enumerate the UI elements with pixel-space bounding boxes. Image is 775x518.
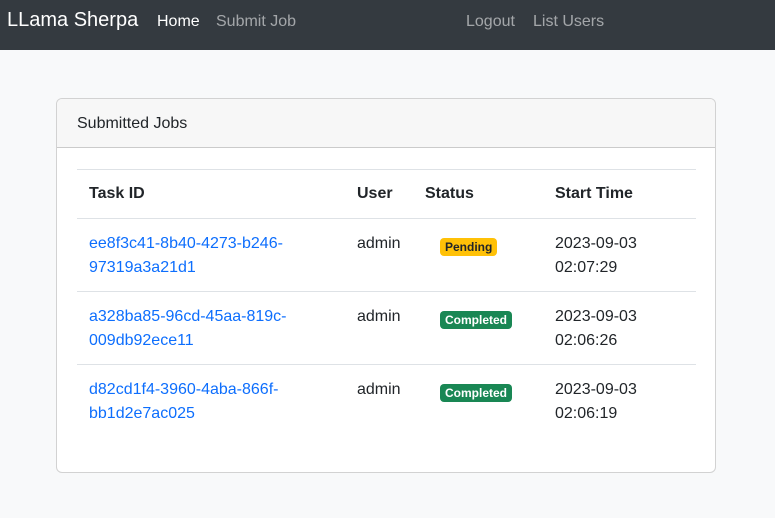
table-row: d82cd1f4-3960-4aba-866f-bb1d2e7ac025 adm… [77,365,696,438]
nav-submit-job-link[interactable]: Submit Job [216,12,296,32]
task-id-part: ee8f3c41-8b40-4273-b246- [89,235,283,252]
status-cell: Pending [413,218,543,292]
status-cell: Completed [413,365,543,438]
nav-home-link[interactable]: Home [157,12,200,32]
column-header-status: Status [413,169,543,219]
table-row: a328ba85-96cd-45aa-819c- 009db92ece11 adm… [77,291,696,365]
user-cell: admin [345,218,413,292]
task-id-part: bb1d2e7ac025 [89,405,195,422]
jobs-table: Task ID User Status Start Time ee8f3c41-… [77,169,696,438]
nav-logout-link[interactable]: Logout [466,12,515,32]
start-time: 02:06:19 [555,405,618,422]
user-cell: admin [345,291,413,365]
start-date: 2023-09-03 [555,308,637,325]
card-title: Submitted Jobs [57,99,715,148]
start-time-cell: 2023-09-03 02:06:19 [543,365,696,438]
start-date: 2023-09-03 [555,381,637,398]
task-id-cell: d82cd1f4-3960-4aba-866f-bb1d2e7ac025 [77,365,345,438]
task-id-cell: ee8f3c41-8b40-4273-b246- 97319a3a21d1 [77,218,345,292]
task-id-link[interactable]: d82cd1f4-3960-4aba-866f-bb1d2e7ac025 [89,381,278,422]
start-time-cell: 2023-09-03 02:07:29 [543,218,696,292]
table-header-row: Task ID User Status Start Time [77,169,696,219]
top-navbar: LLama Sherpa Home Submit Job Logout List… [0,0,775,50]
status-badge: Completed [440,384,513,402]
submitted-jobs-card: Submitted Jobs Task ID User Status Start… [56,98,716,473]
start-date: 2023-09-03 [555,235,637,252]
task-id-part: d82cd1f4-3960-4aba-866f- [89,381,279,398]
status-badge: Pending [440,238,498,256]
start-time: 02:06:26 [555,332,618,349]
task-id-part: 009db92ece11 [89,332,194,349]
user-cell: admin [357,381,401,398]
start-time-cell: 2023-09-03 02:06:26 [543,291,696,365]
status-badge: Completed [440,311,513,329]
nav-list-users-link[interactable]: List Users [533,12,604,32]
column-header-task-id: Task ID [77,169,345,219]
start-time: 02:07:29 [555,259,618,276]
task-id-part: a328ba85-96cd-45aa-819c- [89,308,287,325]
task-id-link[interactable]: ee8f3c41-8b40-4273-b246- 97319a3a21d1 [89,235,283,276]
task-id-cell: a328ba85-96cd-45aa-819c- 009db92ece11 [77,291,345,365]
column-header-start-time: Start Time [543,169,696,219]
status-cell: Completed [413,291,543,365]
task-id-link[interactable]: a328ba85-96cd-45aa-819c- 009db92ece11 [89,308,286,349]
table-row: ee8f3c41-8b40-4273-b246- 97319a3a21d1 adm… [77,218,696,292]
task-id-part: 97319a3a21d1 [89,259,196,276]
column-header-user: User [345,169,413,219]
brand-link[interactable]: LLama Sherpa [7,8,138,32]
